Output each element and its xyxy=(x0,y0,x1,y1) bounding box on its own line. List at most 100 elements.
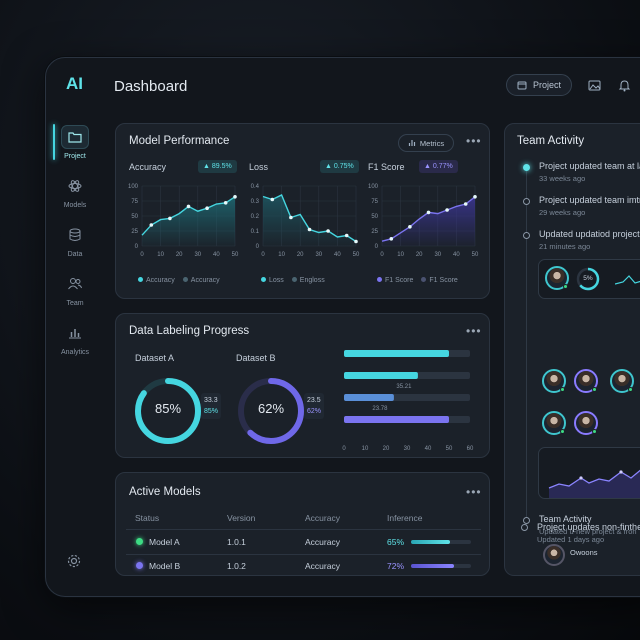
activity-item: Project updates non-finthe Updated 1 day… xyxy=(537,522,640,544)
avatar[interactable] xyxy=(610,369,634,393)
model-name: Model B xyxy=(149,561,181,571)
sidebar-item-analytics[interactable]: Analytics xyxy=(46,314,104,363)
y-tick-label: 25 xyxy=(371,229,378,235)
more-menu-button[interactable]: ••• xyxy=(466,324,482,338)
model-accuracy: Accuracy xyxy=(305,537,340,547)
avatar[interactable] xyxy=(542,411,566,435)
card-title: Model Performance xyxy=(129,135,230,147)
users-icon xyxy=(61,272,89,296)
table-row[interactable]: Model B 1.0.2 Accuracy 72% xyxy=(116,554,491,576)
image-icon[interactable] xyxy=(586,77,602,93)
f1-legend: F1 Score F1 Score xyxy=(377,277,458,284)
x-tick-label: 0 xyxy=(342,446,346,452)
x-tick-label: 40 xyxy=(334,252,341,258)
y-tick-label: 0.3 xyxy=(251,199,260,205)
avatar xyxy=(545,266,569,290)
y-tick-label: 0.1 xyxy=(251,229,260,235)
online-indicator xyxy=(628,387,633,392)
sidebar-item-label: Analytics xyxy=(60,349,89,356)
sidebar-item-project[interactable]: Project xyxy=(46,118,104,167)
gear-icon[interactable] xyxy=(66,553,82,574)
y-tick-label: 50 xyxy=(371,214,378,220)
avatar[interactable] xyxy=(543,544,565,566)
database-icon xyxy=(61,223,89,247)
dataset-b-percent: 62% xyxy=(257,401,285,416)
x-tick-label: 50 xyxy=(232,252,239,258)
accuracy-label: Accuracy xyxy=(129,162,167,172)
avatar[interactable] xyxy=(574,411,598,435)
sidebar-item-label: Project xyxy=(64,153,86,160)
x-tick-label: 10 xyxy=(397,252,404,258)
inference-bar-track xyxy=(411,564,471,568)
sidebar-item-label: Data xyxy=(67,251,83,258)
data-point xyxy=(233,195,237,199)
activity-item[interactable]: Project updated team imtr 29 weeks ago xyxy=(539,195,640,217)
sidebar-item-team[interactable]: Team xyxy=(46,265,104,314)
model-accuracy: Accuracy xyxy=(305,561,340,571)
page-title: Dashboard xyxy=(114,78,188,95)
data-point xyxy=(223,201,228,205)
x-tick-label: 60 xyxy=(467,446,474,452)
side-value: 23.5 xyxy=(307,397,321,404)
x-tick-label: 0 xyxy=(380,252,384,258)
app-window: AI Dashboard Project Project Models Data xyxy=(45,57,640,597)
activity-area-chart xyxy=(548,469,640,498)
team-activity-panel: Team Activity Project updated team at la… xyxy=(504,123,640,576)
activity-preview-card: 5% xyxy=(538,259,640,299)
data-point xyxy=(205,206,209,210)
legend-item: Loss xyxy=(261,277,284,284)
table-row[interactable]: Model A 1.0.1 Accuracy 65% xyxy=(116,530,491,554)
bar xyxy=(344,372,418,379)
data-point xyxy=(445,208,449,212)
activity-item[interactable]: Updated updatiod project 21 minutes ago xyxy=(539,229,640,251)
x-tick-label: 20 xyxy=(176,252,183,258)
metrics-button[interactable]: Metrics xyxy=(398,134,454,152)
activity-title: Project updated team imtr xyxy=(539,195,640,205)
avatar[interactable] xyxy=(542,369,566,393)
data-point xyxy=(463,202,468,206)
avatar[interactable] xyxy=(574,369,598,393)
loss-label: Loss xyxy=(249,162,269,172)
inference-bar-track xyxy=(411,540,471,544)
y-tick-label: 0 xyxy=(135,244,139,250)
dataset-b-side-stat: 23.5 62% xyxy=(304,393,325,419)
activity-item[interactable]: Project updated team at la 33 weeks ago xyxy=(539,161,640,183)
legend-item: F1 Score xyxy=(377,277,413,284)
timeline-dot xyxy=(521,524,528,531)
bell-icon[interactable] xyxy=(616,77,632,93)
activity-title: Updated updatiod project xyxy=(539,229,640,239)
sidebar-item-label: Models xyxy=(63,202,87,209)
side-percent: 62% xyxy=(307,408,322,415)
more-menu-button[interactable]: ••• xyxy=(466,485,482,499)
card-title: Data Labeling Progress xyxy=(129,325,250,337)
data-point xyxy=(473,195,477,199)
x-tick-label: 50 xyxy=(446,446,453,452)
y-tick-label: 75 xyxy=(131,199,138,205)
activity-chart-card xyxy=(538,447,640,499)
column-header: Version xyxy=(227,513,256,523)
card-title: Active Models xyxy=(129,486,201,498)
series-area xyxy=(263,195,356,246)
more-menu-button[interactable]: ••• xyxy=(466,134,482,148)
x-tick-label: 0 xyxy=(261,252,265,258)
bar xyxy=(344,416,449,423)
y-tick-label: 0 xyxy=(256,244,260,250)
column-header: Status xyxy=(135,513,160,523)
metrics-button-label: Metrics xyxy=(419,138,445,148)
y-tick-label: 50 xyxy=(131,214,138,220)
project-button[interactable]: Project xyxy=(506,74,573,96)
data-point xyxy=(426,210,431,215)
x-tick-label: 40 xyxy=(213,252,220,258)
card-title: Team Activity xyxy=(517,135,585,147)
column-header: Inference xyxy=(387,513,423,523)
sidebar-item-data[interactable]: Data xyxy=(46,216,104,265)
data-label: 35.21 xyxy=(396,384,412,390)
sidebar-item-models[interactable]: Models xyxy=(46,167,104,216)
model-version: 1.0.1 xyxy=(227,537,246,547)
active-models-card: Active Models ••• Status Version Accurac… xyxy=(115,472,490,576)
activity-time: Updated 1 days ago xyxy=(537,535,605,544)
timeline-dot xyxy=(523,232,530,239)
inference-bar-fill xyxy=(411,540,450,544)
timeline-dot xyxy=(523,198,530,205)
data-point xyxy=(326,229,330,233)
